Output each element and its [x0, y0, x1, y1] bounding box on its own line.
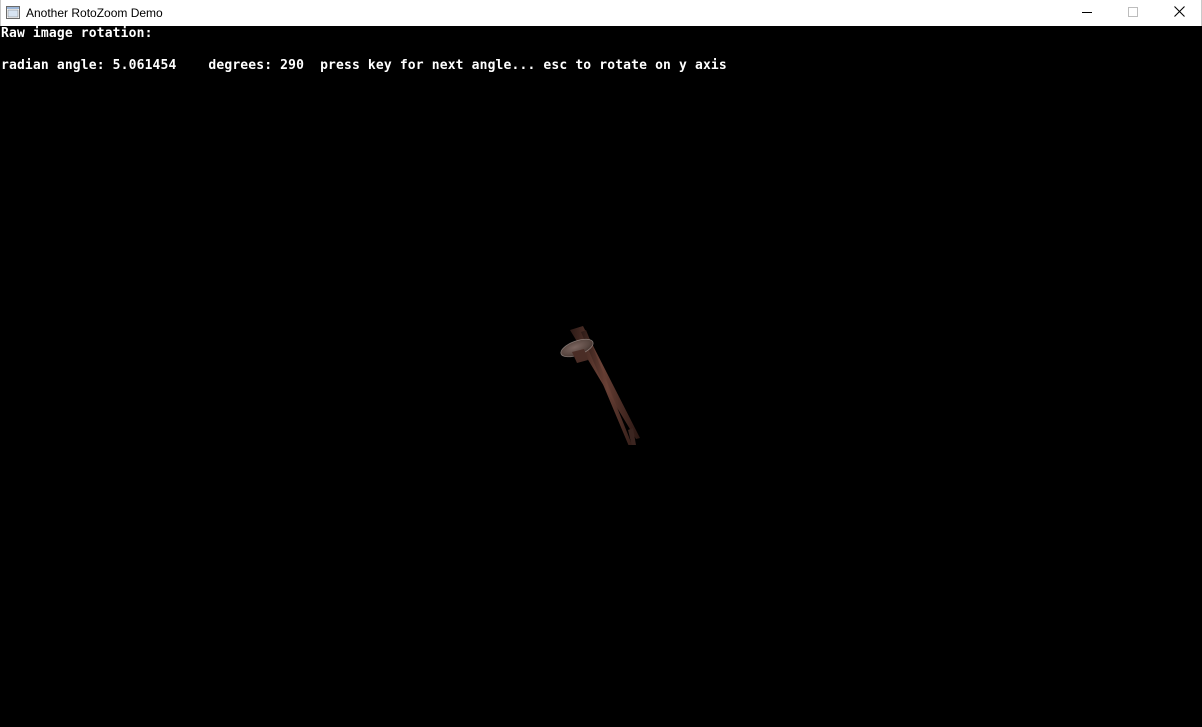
minimize-button[interactable] [1064, 0, 1110, 26]
console-heading: Raw image rotation: [1, 26, 153, 41]
title-bar[interactable]: Another RotoZoom Demo [0, 0, 1202, 26]
app-window-icon [6, 6, 20, 19]
minimize-icon [1082, 4, 1092, 22]
close-icon [1173, 4, 1185, 22]
close-button[interactable] [1156, 0, 1202, 26]
window-title: Another RotoZoom Demo [26, 6, 163, 20]
rotated-nail-image [550, 310, 650, 463]
maximize-button[interactable] [1110, 0, 1156, 26]
console-status-line: radian angle: 5.061454 degrees: 290 pres… [1, 58, 727, 73]
render-canvas[interactable]: Raw image rotation: radian angle: 5.0614… [0, 26, 1202, 727]
maximize-icon [1128, 4, 1138, 22]
app-window: Another RotoZoom Demo Raw image rotation… [0, 0, 1202, 727]
